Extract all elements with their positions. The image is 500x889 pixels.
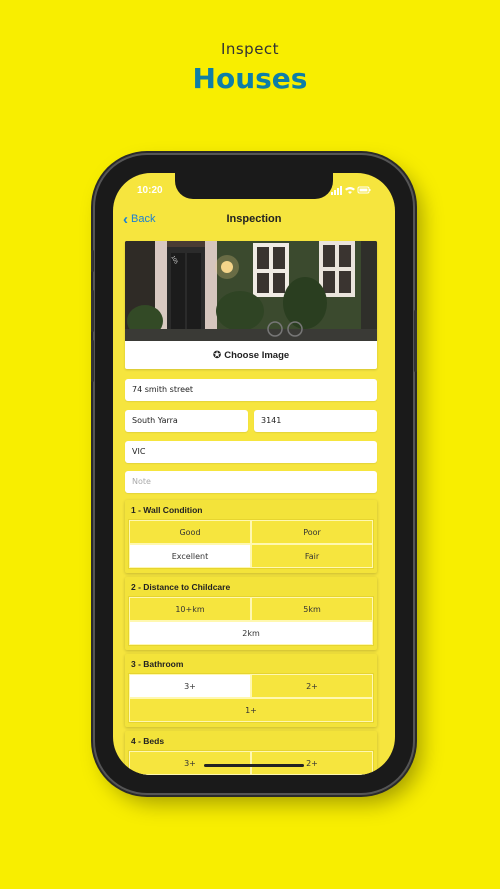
option-10-plus-km[interactable]: 10+km <box>129 597 251 621</box>
phone-frame: 10:20 ‹ Back Inspection 105 ✪ Choose Ima… <box>91 155 417 793</box>
section-beds: 4 - Beds 3+ 2+ <box>125 731 377 775</box>
option-1-plus[interactable]: 1+ <box>129 698 373 722</box>
option-2-plus[interactable]: 2+ <box>251 674 373 698</box>
note-field[interactable]: Note <box>125 471 377 493</box>
option-5km[interactable]: 5km <box>251 597 373 621</box>
option-grid: 10+km 5km 2km <box>128 596 374 646</box>
house-photo: 105 <box>125 241 377 341</box>
status-time: 10:20 <box>137 185 163 196</box>
phone-side-button <box>414 310 417 372</box>
option-excellent[interactable]: Excellent <box>129 544 251 568</box>
status-icons <box>331 186 371 195</box>
photo-card[interactable]: 105 ✪ Choose Image <box>125 241 377 369</box>
hero-subtitle: Inspect <box>220 40 280 58</box>
choose-image-label: Choose Image <box>224 349 290 361</box>
app-screen: 10:20 ‹ Back Inspection 105 ✪ Choose Ima… <box>113 173 395 775</box>
phone-side-button <box>91 340 94 382</box>
hero-title: Houses <box>192 62 308 95</box>
aperture-icon: ✪ <box>212 349 222 361</box>
postcode-field[interactable]: 3141 <box>254 410 377 432</box>
signal-icon <box>331 186 342 195</box>
home-indicator[interactable] <box>204 764 304 767</box>
option-grid: Good Poor Excellent Fair <box>128 519 374 569</box>
option-3-plus[interactable]: 3+ <box>129 751 251 775</box>
section-title: 4 - Beds <box>131 736 165 746</box>
section-bathroom: 3 - Bathroom 3+ 2+ 1+ <box>125 654 377 727</box>
street-field[interactable]: 74 smith street <box>125 379 377 401</box>
option-good[interactable]: Good <box>129 520 251 544</box>
option-2km[interactable]: 2km <box>129 621 373 645</box>
phone-side-button <box>91 290 94 332</box>
house-illustration <box>125 241 377 341</box>
battery-icon <box>357 186 371 194</box>
wifi-icon <box>345 187 355 194</box>
page-title: Inspection <box>226 213 282 225</box>
phone-side-button <box>91 250 94 272</box>
option-grid: 3+ 2+ 1+ <box>128 673 374 723</box>
section-distance-childcare: 2 - Distance to Childcare 10+km 5km 2km <box>125 577 377 650</box>
section-title: 3 - Bathroom <box>131 659 184 669</box>
option-poor[interactable]: Poor <box>251 520 373 544</box>
phone-notch <box>175 173 333 199</box>
choose-image-button[interactable]: ✪ Choose Image <box>125 341 377 369</box>
state-field[interactable]: VIC <box>125 441 377 463</box>
section-title: 2 - Distance to Childcare <box>131 582 231 592</box>
option-grid: 3+ 2+ <box>128 750 374 775</box>
nav-bar: ‹ Back Inspection <box>113 209 395 233</box>
suburb-field[interactable]: South Yarra <box>125 410 248 432</box>
option-fair[interactable]: Fair <box>251 544 373 568</box>
option-2-plus[interactable]: 2+ <box>251 751 373 775</box>
section-title: 1 - Wall Condition <box>131 505 203 515</box>
option-3-plus[interactable]: 3+ <box>129 674 251 698</box>
section-wall-condition: 1 - Wall Condition Good Poor Excellent F… <box>125 500 377 573</box>
